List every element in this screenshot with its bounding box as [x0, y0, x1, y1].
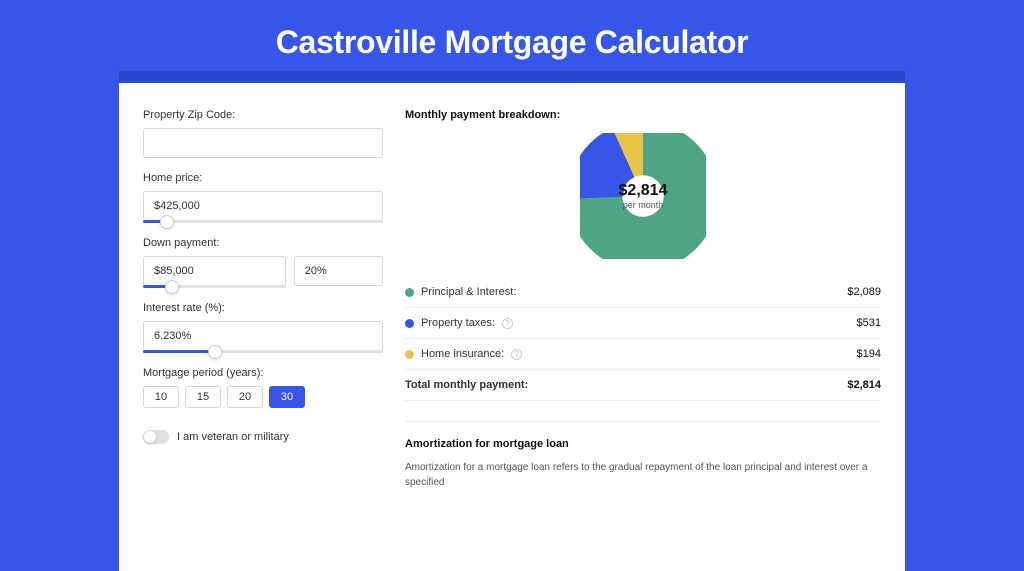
field-zip: Property Zip Code: [143, 109, 383, 158]
breakdown-column: Monthly payment breakdown: $2,814 per mo… [405, 109, 881, 571]
field-interest-rate: Interest rate (%): [143, 302, 383, 353]
breakdown-title: Monthly payment breakdown: [405, 109, 881, 121]
donut-chart: $2,814 per month [580, 133, 706, 259]
period-btn-10[interactable]: 10 [143, 386, 179, 408]
period-label: Mortgage period (years): [143, 367, 383, 379]
zip-input[interactable] [143, 128, 383, 158]
breakdown-row-insurance: Home insurance: ? $194 [405, 339, 881, 370]
slider-thumb[interactable] [160, 215, 174, 229]
form-column: Property Zip Code: Home price: Down paym… [143, 109, 383, 571]
donut-amount: $2,814 [619, 182, 668, 200]
info-icon[interactable]: ? [502, 318, 513, 329]
home-price-slider[interactable] [143, 220, 383, 223]
breakdown-value: $531 [857, 317, 881, 329]
calculator-panel: Property Zip Code: Home price: Down paym… [119, 83, 905, 571]
amortization-title: Amortization for mortgage loan [405, 438, 881, 450]
breakdown-row-taxes: Property taxes: ? $531 [405, 308, 881, 339]
info-icon[interactable]: ? [511, 349, 522, 360]
panel-backdrop: Property Zip Code: Home price: Down paym… [119, 71, 905, 571]
veteran-label: I am veteran or military [177, 431, 289, 443]
breakdown-label: Property taxes: [421, 317, 495, 329]
breakdown-value: $194 [857, 348, 881, 360]
donut-center: $2,814 per month [580, 133, 706, 259]
home-price-input[interactable] [143, 191, 383, 221]
veteran-row: I am veteran or military [143, 430, 383, 444]
breakdown-list: Principal & Interest: $2,089 Property ta… [405, 277, 881, 401]
field-period: Mortgage period (years): 10 15 20 30 [143, 367, 383, 408]
field-down-payment: Down payment: [143, 237, 383, 288]
total-value: $2,814 [847, 379, 881, 391]
dot-icon [405, 350, 414, 359]
down-payment-slider[interactable] [143, 285, 286, 288]
down-payment-input[interactable] [143, 256, 286, 286]
period-btn-30[interactable]: 30 [269, 386, 305, 408]
amortization-section: Amortization for mortgage loan Amortizat… [405, 421, 881, 490]
period-group: 10 15 20 30 [143, 386, 383, 408]
donut-per-month: per month [623, 200, 664, 210]
interest-rate-slider[interactable] [143, 350, 383, 353]
donut-wrap: $2,814 per month [405, 133, 881, 259]
breakdown-label: Principal & Interest: [421, 286, 516, 298]
period-btn-20[interactable]: 20 [227, 386, 263, 408]
breakdown-value: $2,089 [847, 286, 881, 298]
down-payment-pct-input[interactable] [294, 256, 383, 286]
interest-rate-input[interactable] [143, 321, 383, 351]
slider-thumb[interactable] [208, 345, 222, 359]
slider-thumb[interactable] [165, 280, 179, 294]
dot-icon [405, 319, 414, 328]
period-btn-15[interactable]: 15 [185, 386, 221, 408]
total-label: Total monthly payment: [405, 379, 528, 391]
home-price-label: Home price: [143, 172, 383, 184]
toggle-knob [144, 431, 156, 443]
veteran-toggle[interactable] [143, 430, 169, 444]
zip-label: Property Zip Code: [143, 109, 383, 121]
breakdown-row-total: Total monthly payment: $2,814 [405, 370, 881, 401]
dot-icon [405, 288, 414, 297]
down-payment-label: Down payment: [143, 237, 383, 249]
breakdown-row-principal: Principal & Interest: $2,089 [405, 277, 881, 308]
field-home-price: Home price: [143, 172, 383, 223]
interest-rate-label: Interest rate (%): [143, 302, 383, 314]
breakdown-label: Home insurance: [421, 348, 504, 360]
amortization-text: Amortization for a mortgage loan refers … [405, 460, 881, 490]
page-title: Castroville Mortgage Calculator [0, 0, 1024, 71]
